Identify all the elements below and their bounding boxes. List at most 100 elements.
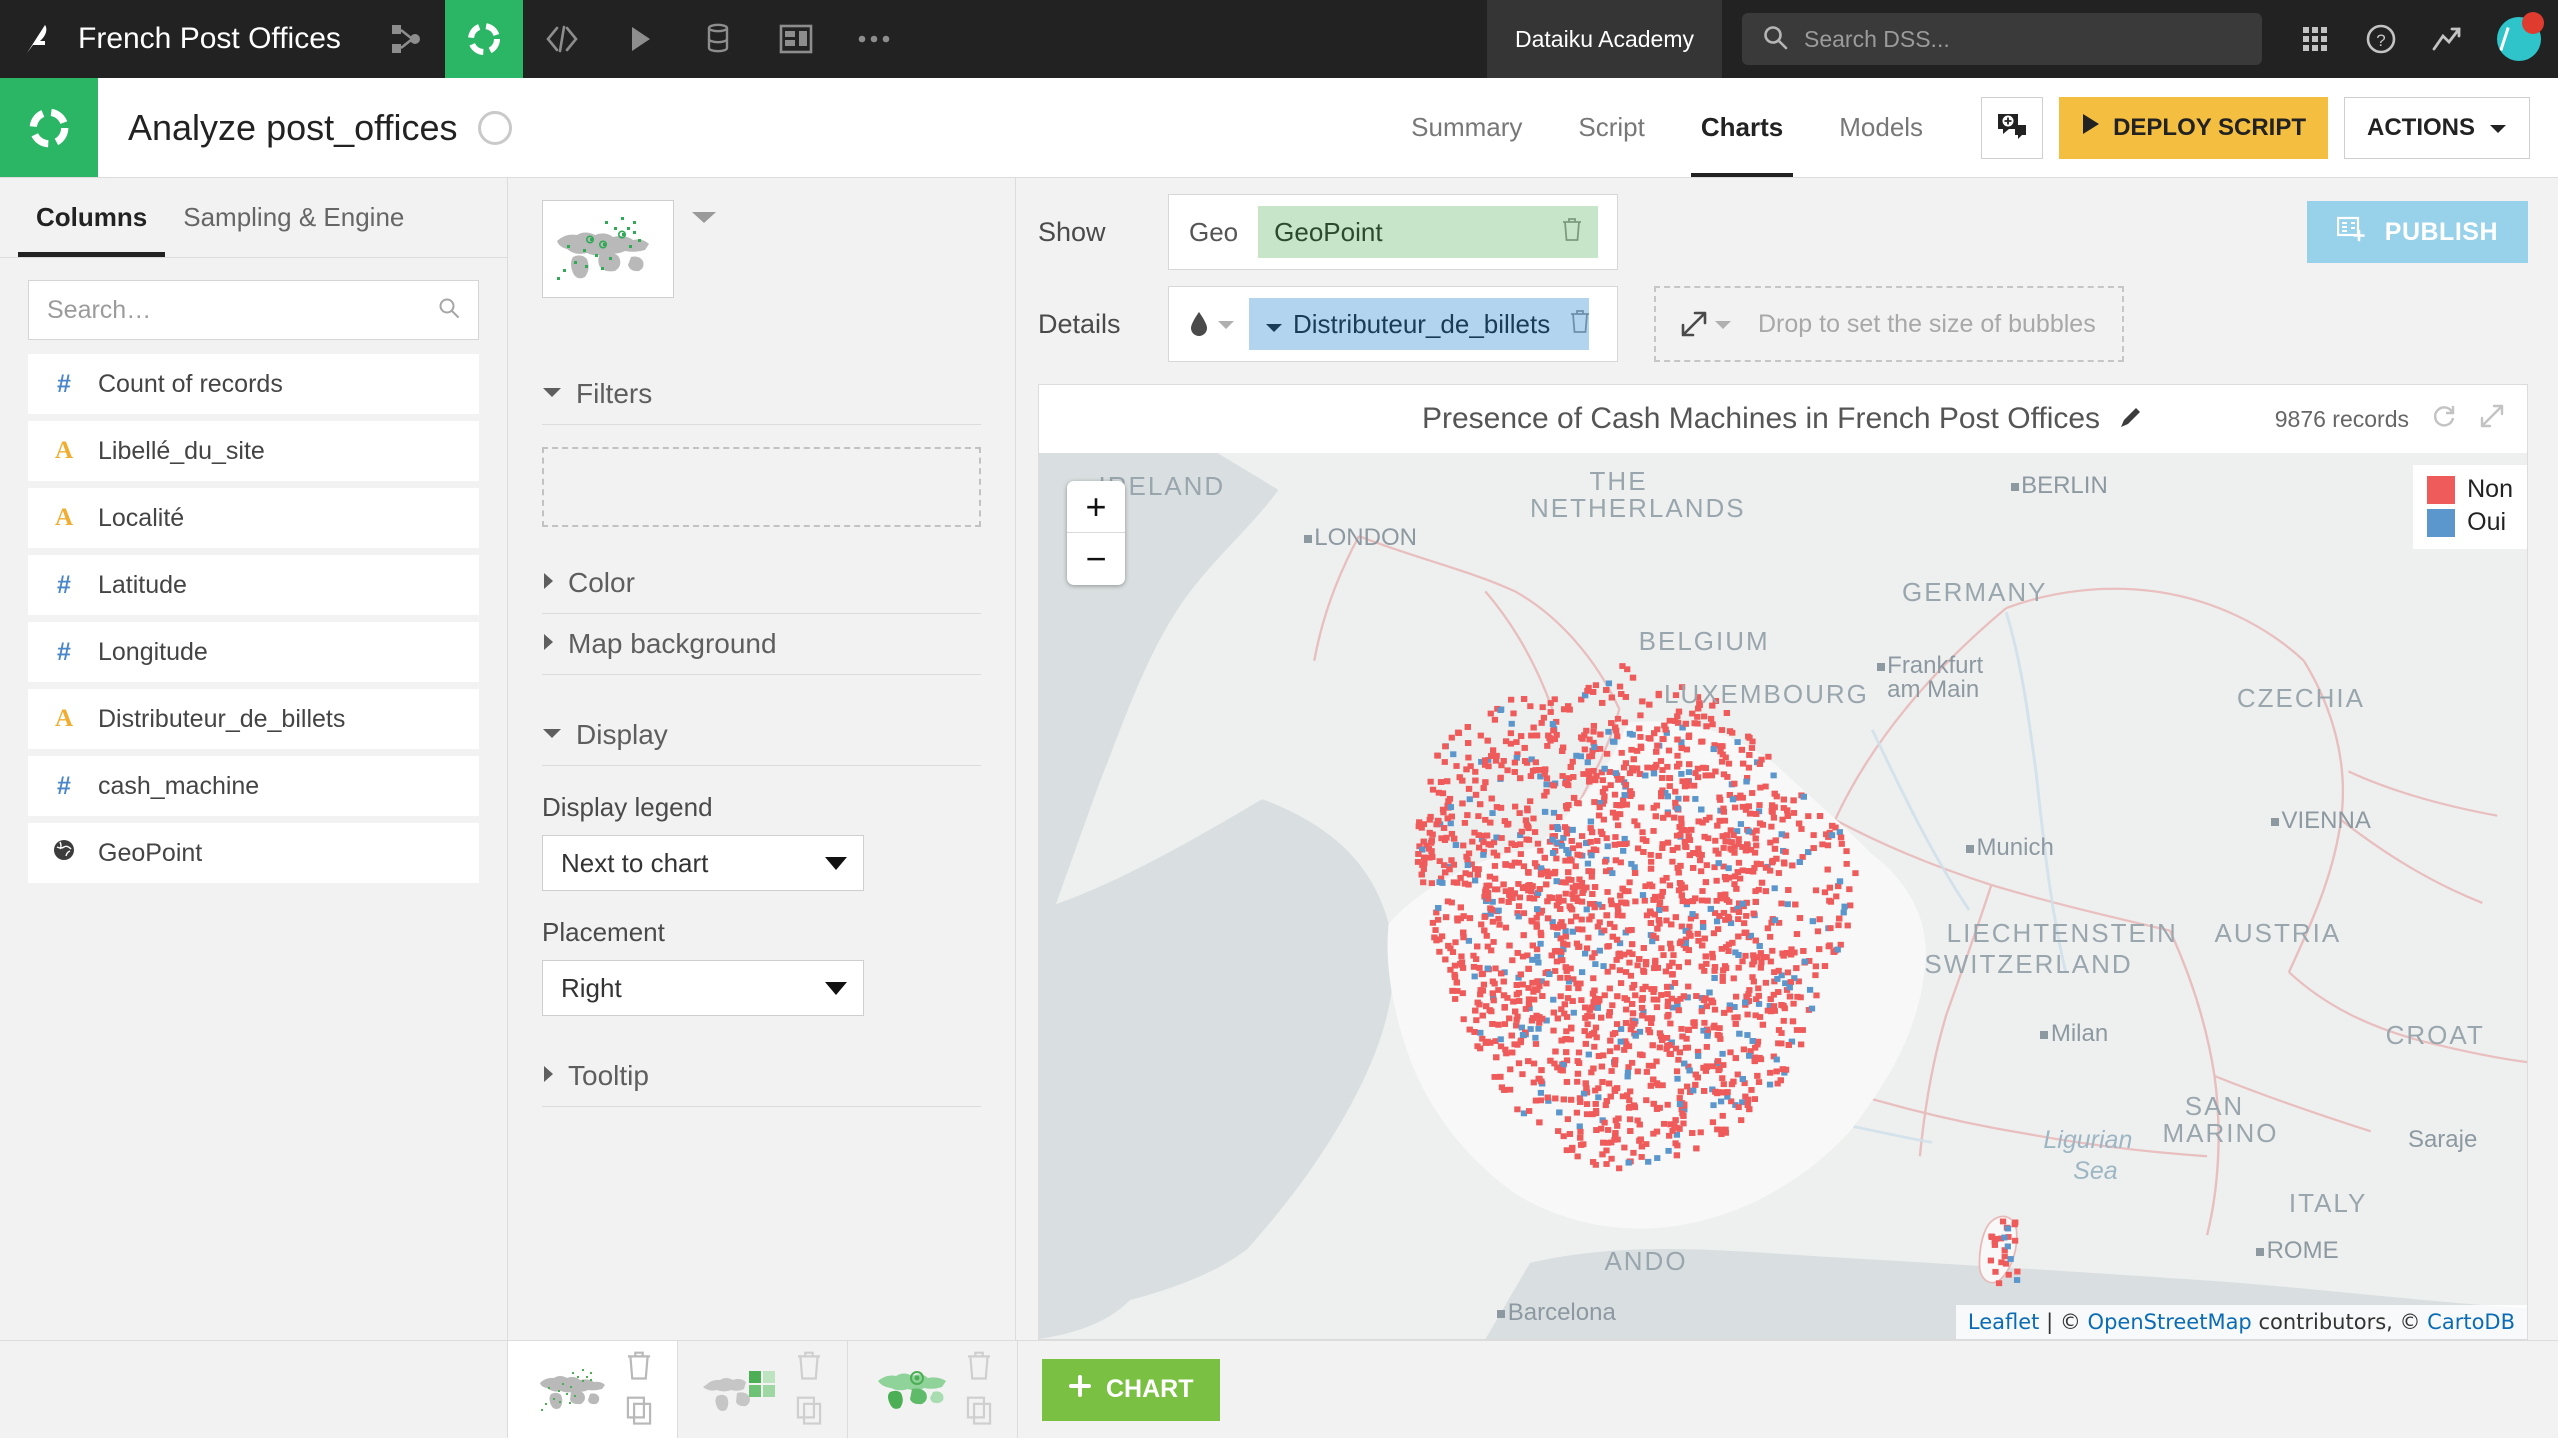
automation-icon[interactable]: [679, 0, 757, 78]
column-search[interactable]: [28, 280, 479, 340]
tab-charts[interactable]: Charts: [1673, 78, 1811, 177]
column-item-cash-machine[interactable]: # cash_machine: [28, 756, 479, 816]
chart-tab-filled-map[interactable]: [848, 1341, 1018, 1438]
details-dropzone[interactable]: Distributeur_de_billets: [1168, 286, 1618, 362]
header-actions: DEPLOY SCRIPT ACTIONS: [1951, 78, 2558, 177]
display-legend-select[interactable]: Next to chart: [542, 835, 864, 891]
academy-link[interactable]: Dataiku Academy: [1487, 0, 1722, 78]
tab-summary[interactable]: Summary: [1383, 78, 1550, 177]
tab-models[interactable]: Models: [1811, 78, 1951, 177]
geo-field-pill[interactable]: GeoPoint: [1258, 206, 1599, 258]
actions-button[interactable]: ACTIONS: [2344, 96, 2530, 159]
record-count: 9876 records: [2274, 405, 2409, 432]
column-item-geopoint[interactable]: GeoPoint: [28, 823, 479, 883]
placement-label: Placement: [542, 917, 665, 947]
duplicate-icon[interactable]: [964, 1394, 994, 1431]
column-item-distributeur-de-billets[interactable]: A Distributeur_de_billets: [28, 689, 479, 749]
global-search[interactable]: [1742, 13, 2262, 65]
config-gap: [542, 675, 981, 705]
dataiku-logo[interactable]: [0, 0, 78, 78]
trash-icon[interactable]: [1568, 308, 1592, 341]
zoom-in-button[interactable]: +: [1067, 481, 1125, 533]
map-label: Frankfurt: [1887, 652, 1984, 680]
duplicate-icon[interactable]: [794, 1394, 824, 1431]
chevron-down-icon[interactable]: [690, 208, 718, 231]
publish-label: PUBLISH: [2384, 217, 2498, 246]
trash-icon[interactable]: [794, 1349, 824, 1386]
config-section-tooltip[interactable]: Tooltip: [542, 1046, 981, 1107]
apps-grid-icon[interactable]: [2282, 0, 2348, 78]
compass-icon[interactable]: [477, 110, 512, 145]
tab-script[interactable]: Script: [1550, 78, 1672, 177]
chart-tab-scatter-map[interactable]: [508, 1341, 678, 1438]
legend-item-non[interactable]: Non: [2427, 475, 2513, 504]
more-icon[interactable]: [835, 0, 913, 78]
chart-type-picker[interactable]: [508, 200, 716, 298]
project-title[interactable]: French Post Offices: [78, 0, 367, 78]
dashboard-icon[interactable]: [757, 0, 835, 78]
legend-swatch: [2427, 475, 2456, 504]
filters-dropzone[interactable]: [542, 447, 981, 527]
trending-icon[interactable]: [2414, 0, 2480, 78]
sidebar-tab-columns[interactable]: Columns: [18, 178, 166, 257]
map-label: BERLIN: [2021, 472, 2108, 500]
column-item-count-of-records[interactable]: # Count of records: [28, 354, 479, 414]
flow-icon[interactable]: [367, 0, 445, 78]
chart-titlebar: Presence of Cash Machines in French Post…: [1039, 385, 2527, 453]
geo-dropzone[interactable]: Geo GeoPoint: [1168, 194, 1618, 270]
duplicate-icon[interactable]: [624, 1394, 654, 1431]
column-item-latitude[interactable]: # Latitude: [28, 555, 479, 615]
config-section-map-background[interactable]: Map background: [542, 614, 981, 675]
trash-icon[interactable]: [964, 1349, 994, 1386]
refresh-icon[interactable]: [2431, 403, 2457, 435]
cartodb-link[interactable]: CartoDB: [2427, 1310, 2515, 1334]
openstreetmap-link[interactable]: OpenStreetMap: [2088, 1310, 2252, 1334]
map-label: MARINO: [2162, 1117, 2279, 1148]
jobs-play-icon[interactable]: [601, 0, 679, 78]
code-icon[interactable]: [523, 0, 601, 78]
comments-button[interactable]: [1981, 96, 2044, 159]
column-label: cash_machine: [98, 771, 260, 800]
notification-badge[interactable]: [2522, 12, 2544, 34]
map-zoom-controls[interactable]: + −: [1067, 481, 1125, 585]
help-icon[interactable]: ?: [2348, 0, 2414, 78]
search-input[interactable]: [1804, 25, 2242, 53]
bubble-size-dropzone[interactable]: Drop to set the size of bubbles: [1654, 286, 2124, 362]
caret-down-icon[interactable]: [1265, 309, 1283, 340]
zoom-out-button[interactable]: −: [1067, 533, 1125, 585]
config-section-display[interactable]: Display: [542, 705, 981, 766]
column-item-longitude[interactable]: # Longitude: [28, 622, 479, 682]
avatar[interactable]: [2480, 0, 2558, 78]
publish-button[interactable]: PUBLISH: [2306, 201, 2528, 263]
edit-pencil-icon[interactable]: [2118, 404, 2144, 435]
trash-icon[interactable]: [1560, 216, 1584, 249]
city-dot: [2040, 1030, 2049, 1039]
trash-icon[interactable]: [624, 1349, 654, 1386]
chart-tab-controls: [794, 1349, 824, 1431]
details-field-pill[interactable]: Distributeur_de_billets: [1249, 298, 1592, 350]
add-chart-button[interactable]: CHART: [1042, 1358, 1220, 1421]
leaflet-map[interactable]: IRELAND LONDON THE NETHERLANDS BERLIN BELGIUM…: [1039, 453, 2527, 1339]
chart-tab-controls: [964, 1349, 994, 1431]
legend-item-oui[interactable]: Oui: [2427, 508, 2513, 537]
chart-tab-grid-map[interactable]: [678, 1341, 848, 1438]
config-section-filters[interactable]: Filters: [542, 364, 981, 425]
map-label: LIECHTENSTEIN: [1946, 918, 2178, 949]
sidebar-tab-sampling-engine[interactable]: Sampling & Engine: [165, 178, 422, 257]
chart-title: Presence of Cash Machines in French Post…: [1421, 402, 2101, 435]
resize-arrows-icon[interactable]: [1680, 310, 1732, 338]
leaflet-link[interactable]: Leaflet: [1968, 1310, 2040, 1334]
column-label: Longitude: [98, 637, 208, 666]
column-item-libelle-du-site[interactable]: A Libellé_du_site: [28, 421, 479, 481]
config-section-color[interactable]: Color: [542, 553, 981, 614]
deploy-script-button[interactable]: DEPLOY SCRIPT: [2059, 96, 2328, 159]
lab-icon[interactable]: [444, 0, 523, 78]
column-item-localite[interactable]: A Localité: [28, 488, 479, 548]
map-label: LUXEMBOURG: [1663, 678, 1869, 709]
column-search-input[interactable]: [47, 295, 430, 325]
config-section-label: Color: [568, 567, 635, 598]
fullscreen-icon[interactable]: [2479, 403, 2505, 435]
color-drip-selector[interactable]: [1183, 310, 1235, 338]
chart-type-thumbnail[interactable]: [542, 200, 674, 298]
placement-select[interactable]: Right: [542, 960, 864, 1016]
